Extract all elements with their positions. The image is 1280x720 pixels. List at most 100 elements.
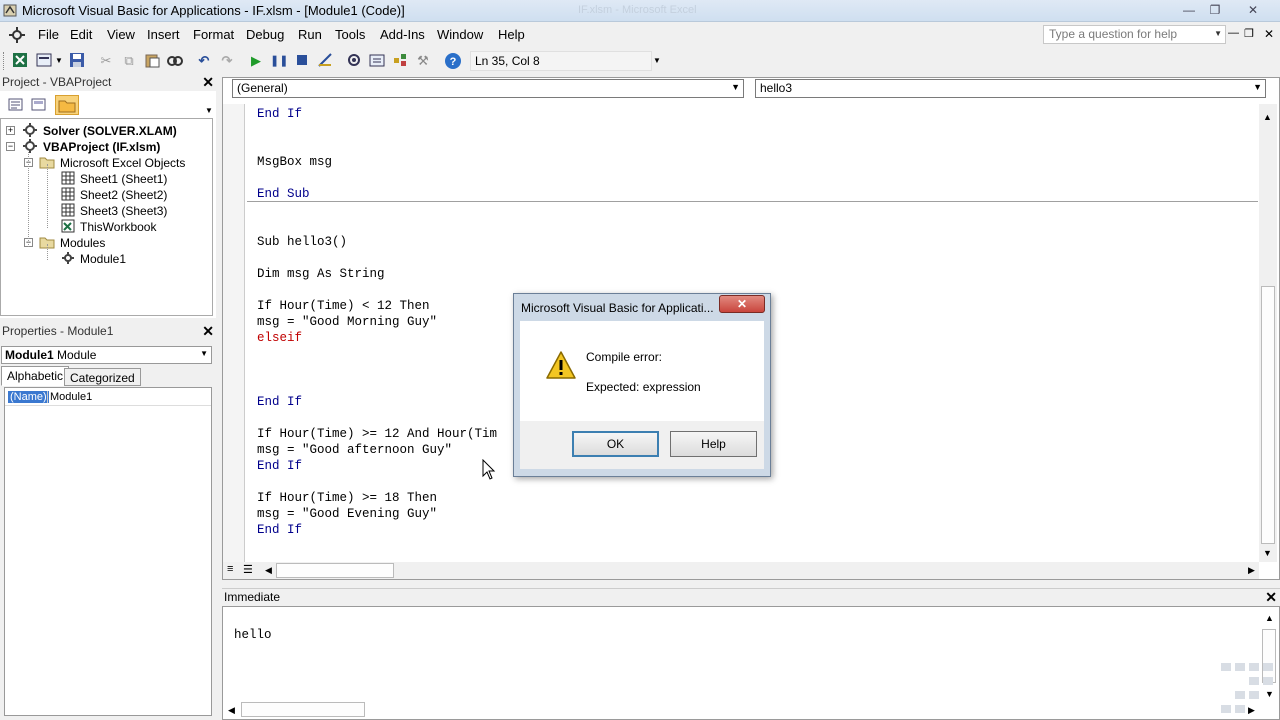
code-horizontal-scrollbar[interactable]: ≡ ☰ ◀ ▶ bbox=[223, 562, 1259, 579]
properties-window-icon[interactable] bbox=[368, 52, 386, 70]
dialog-close-button[interactable]: ✕ bbox=[719, 295, 765, 313]
break-icon[interactable]: ❚❚ bbox=[270, 52, 288, 70]
tree-scroll-arrow-icon[interactable]: ▼ bbox=[205, 106, 213, 115]
project-explorer-icon[interactable] bbox=[345, 52, 363, 70]
toolbox-icon[interactable]: ⚒ bbox=[414, 52, 432, 70]
code-line[interactable]: End If bbox=[257, 459, 302, 473]
code-line[interactable]: Sub hello3() bbox=[257, 235, 347, 249]
help-icon[interactable]: ? bbox=[444, 52, 462, 70]
restore-icon[interactable]: ❐ bbox=[1203, 2, 1227, 18]
code-line-error[interactable]: elseif bbox=[257, 331, 302, 345]
chevron-down-icon[interactable]: ▼ bbox=[200, 349, 208, 358]
collapse-icon[interactable]: − bbox=[6, 142, 15, 151]
close-icon[interactable]: ✕ bbox=[1241, 2, 1265, 18]
toggle-folders-icon[interactable] bbox=[55, 95, 79, 115]
menu-tools[interactable]: Tools bbox=[335, 27, 365, 42]
code-line[interactable]: msg = "Good Morning Guy" bbox=[257, 315, 437, 329]
tab-alphabetic[interactable]: Alphabetic bbox=[1, 366, 70, 386]
design-mode-icon[interactable] bbox=[316, 52, 334, 70]
code-line[interactable]: Dim msg As String bbox=[257, 267, 385, 281]
code-line[interactable]: End If bbox=[257, 523, 302, 537]
scroll-thumb[interactable] bbox=[276, 563, 394, 578]
close-icon[interactable]: ✕ bbox=[1265, 589, 1277, 606]
menu-format[interactable]: Format bbox=[193, 27, 234, 42]
scroll-right-icon[interactable]: ▶ bbox=[1248, 565, 1255, 576]
scroll-up-icon[interactable]: ▲ bbox=[1263, 112, 1272, 122]
object-browser-icon[interactable] bbox=[391, 52, 409, 70]
code-line[interactable]: End If bbox=[257, 395, 302, 409]
chevron-down-icon[interactable]: ▼ bbox=[1214, 29, 1222, 38]
minimize-icon[interactable]: — bbox=[1177, 2, 1201, 18]
procedure-combo-value: hello3 bbox=[760, 81, 793, 95]
menu-file[interactable]: File bbox=[38, 27, 59, 42]
background-window-title: IF.xlsm - Microsoft Excel bbox=[578, 4, 697, 16]
help-button[interactable]: Help bbox=[670, 431, 757, 457]
toolbar-options-icon[interactable]: ▼ bbox=[653, 56, 661, 65]
chevron-down-icon[interactable]: ▼ bbox=[731, 82, 740, 92]
properties-object-type: Module bbox=[57, 348, 97, 362]
procedure-combo[interactable]: hello3 ▼ bbox=[755, 79, 1266, 98]
code-line[interactable]: msg = "Good afternoon Guy" bbox=[257, 443, 452, 457]
scroll-thumb[interactable] bbox=[1261, 286, 1275, 544]
view-code-icon[interactable] bbox=[7, 97, 25, 113]
code-line[interactable]: msg = "Good Evening Guy" bbox=[257, 507, 437, 521]
full-module-view-icon[interactable]: ☰ bbox=[243, 563, 253, 576]
warning-icon bbox=[545, 350, 577, 380]
menu-view[interactable]: View bbox=[107, 27, 135, 42]
tree-connector bbox=[47, 164, 48, 228]
run-icon[interactable]: ▶ bbox=[247, 52, 265, 70]
dialog-body: Compile error: Expected: expression bbox=[520, 321, 764, 421]
code-line[interactable]: End If bbox=[257, 107, 302, 121]
chevron-down-icon[interactable]: ▼ bbox=[1253, 82, 1262, 92]
scroll-thumb[interactable] bbox=[241, 702, 365, 717]
code-line[interactable]: If Hour(Time) >= 12 And Hour(Tim bbox=[257, 427, 497, 441]
mdi-restore-icon[interactable]: ❐ bbox=[1244, 27, 1254, 40]
reset-icon[interactable] bbox=[293, 52, 311, 70]
procedure-view-icon[interactable]: ≡ bbox=[227, 563, 233, 575]
scroll-up-icon[interactable]: ▲ bbox=[1265, 613, 1274, 623]
paste-icon[interactable] bbox=[143, 52, 161, 70]
expand-icon[interactable]: + bbox=[6, 126, 15, 135]
save-icon[interactable] bbox=[68, 52, 86, 70]
copy-icon[interactable]: ⧉ bbox=[120, 52, 138, 70]
scroll-left-icon[interactable]: ◀ bbox=[265, 565, 272, 576]
find-icon[interactable] bbox=[166, 52, 184, 70]
insert-module-icon[interactable] bbox=[35, 52, 53, 70]
code-vertical-scrollbar[interactable]: ▲ ▼ bbox=[1259, 104, 1277, 562]
code-line[interactable]: If Hour(Time) < 12 Then bbox=[257, 299, 430, 313]
object-combo[interactable]: (General) ▼ bbox=[232, 79, 744, 98]
tree-label: Microsoft Excel Objects bbox=[60, 156, 186, 170]
code-line[interactable]: MsgBox msg bbox=[257, 155, 332, 169]
scroll-left-icon[interactable]: ◀ bbox=[228, 705, 235, 716]
menu-run[interactable]: Run bbox=[298, 27, 322, 42]
property-value[interactable]: Module1 bbox=[47, 391, 92, 403]
view-object-icon[interactable] bbox=[30, 97, 48, 113]
immediate-window[interactable]: hello ▲ ▼ ◀ ▶ bbox=[222, 606, 1280, 720]
menu-debug[interactable]: Debug bbox=[246, 27, 284, 42]
mdi-close-icon[interactable]: ✕ bbox=[1264, 27, 1274, 41]
code-line[interactable]: If Hour(Time) >= 18 Then bbox=[257, 491, 437, 505]
help-search-input[interactable]: Type a question for help ▼ bbox=[1043, 25, 1226, 44]
properties-object-select[interactable]: Module1 Module ▼ bbox=[1, 346, 212, 364]
menu-edit[interactable]: Edit bbox=[70, 27, 92, 42]
redo-icon[interactable]: ↷ bbox=[218, 52, 236, 70]
project-explorer-header: Project - VBAProject ✕ bbox=[0, 74, 216, 91]
vba-menu-icon[interactable] bbox=[8, 26, 26, 44]
undo-icon[interactable]: ↶ bbox=[195, 52, 213, 70]
cut-icon[interactable]: ✂ bbox=[97, 52, 115, 70]
insert-dropdown-icon[interactable]: ▼ bbox=[54, 52, 64, 70]
mdi-minimize-icon[interactable]: — bbox=[1228, 27, 1239, 39]
menu-add-ins[interactable]: Add-Ins bbox=[380, 27, 425, 42]
ok-button[interactable]: OK bbox=[572, 431, 659, 457]
close-icon[interactable]: ✕ bbox=[202, 323, 214, 340]
property-row[interactable]: (Name) Module1 bbox=[5, 390, 211, 406]
tab-categorized[interactable]: Categorized bbox=[64, 368, 141, 386]
close-icon[interactable]: ✕ bbox=[202, 74, 214, 91]
scroll-down-icon[interactable]: ▼ bbox=[1263, 548, 1272, 558]
menu-help[interactable]: Help bbox=[498, 27, 525, 42]
project-explorer-title: Project - VBAProject bbox=[2, 75, 112, 89]
view-excel-icon[interactable] bbox=[11, 52, 29, 70]
menu-window[interactable]: Window bbox=[437, 27, 483, 42]
menu-insert[interactable]: Insert bbox=[147, 27, 180, 42]
code-line[interactable]: End Sub bbox=[257, 187, 310, 201]
